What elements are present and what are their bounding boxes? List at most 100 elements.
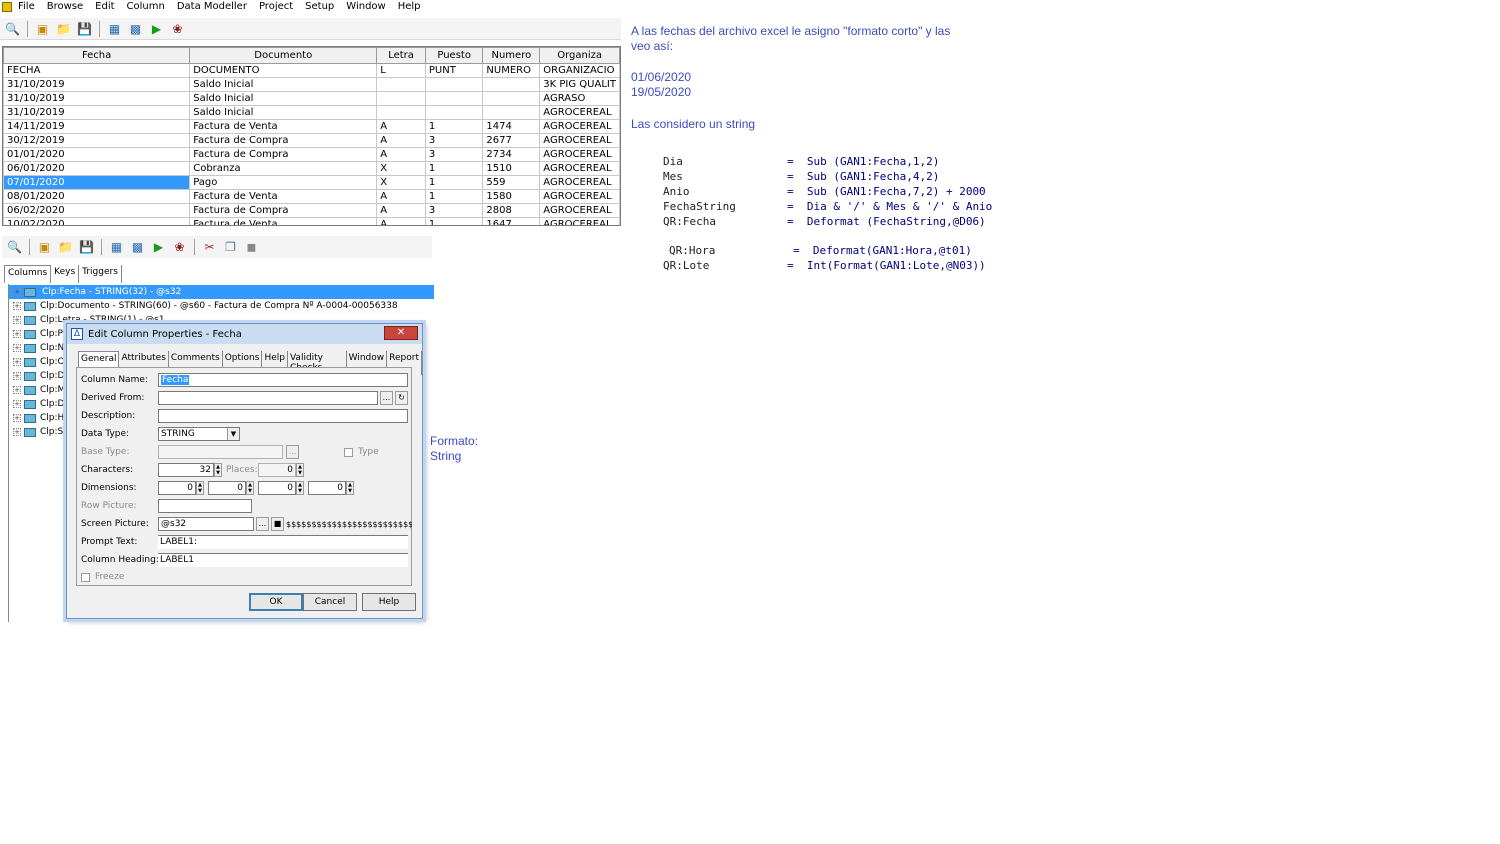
cell-letra[interactable]: A [376,217,426,225]
cell-letra[interactable]: A [376,147,426,162]
open-db-icon[interactable]: ▣ [36,239,53,256]
column-header-letra[interactable]: Letra [376,47,426,64]
cell-fecha[interactable]: 01/01/2020 [3,147,191,162]
cell-organiza[interactable]: AGROCEREAL [539,203,620,218]
table-row[interactable]: 10/02/2020 Factura de Venta A 1 1647 AGROCERE… [3,217,620,225]
cell-puesto[interactable]: 1 [424,217,484,225]
cell-fecha[interactable]: 10/02/2020 [3,217,191,225]
cut-icon[interactable]: ✂ [201,239,218,256]
dimension-3-spinner[interactable]: ▲ ▼ [296,481,304,495]
column-header-numero[interactable]: Numero [482,47,541,64]
cell-puesto[interactable] [424,77,484,92]
screen-picture-browse-button[interactable]: ... [256,517,269,531]
tab-triggers[interactable]: Triggers [79,265,122,283]
cell-organiza[interactable]: AGROCEREAL [539,217,620,225]
search-icon[interactable]: 🔍 [4,20,21,37]
table-row[interactable]: 06/02/2020 Factura de Compra A 3 2808 AGROCER… [3,203,620,218]
cell-puesto[interactable]: PUNT [424,63,484,78]
table-row[interactable]: 31/10/2019 Saldo Inicial 3K PIG QUALIT [3,77,620,92]
menu-edit[interactable]: Edit [89,1,120,13]
run-icon[interactable]: ▶ [148,20,165,37]
cell-numero[interactable]: 2677 [482,133,541,148]
cell-fecha[interactable]: 06/01/2020 [3,161,191,176]
cell-fecha[interactable]: FECHA [3,63,191,78]
table-row[interactable]: 06/01/2020 Cobranza X 1 1510 AGROCEREAL [3,161,620,176]
cell-letra[interactable]: X [376,161,426,176]
tab-columns[interactable]: Columns [4,265,52,283]
cell-numero[interactable]: 2808 [482,203,541,218]
cell-fecha[interactable]: 14/11/2019 [3,119,191,134]
lock-icon[interactable]: ■ [271,517,284,531]
cell-organiza[interactable]: AGROCEREAL [539,147,620,162]
column-heading-field[interactable]: LABEL1 [158,553,408,567]
cell-documento[interactable]: Saldo Inicial [189,77,378,92]
dimension-1-spinner[interactable]: ▲ ▼ [196,481,204,495]
table-row[interactable]: 14/11/2019 Factura de Venta A 1 1474 AGROCERE… [3,119,620,134]
cell-puesto[interactable]: 3 [424,147,484,162]
chevron-down-icon[interactable]: ▼ [227,428,239,440]
cell-organiza[interactable]: AGROCEREAL [539,189,620,204]
table-row[interactable]: 30/12/2019 Factura de Compra A 3 2677 AGROCER… [3,133,620,148]
expand-icon[interactable]: + [13,372,21,380]
cancel-button[interactable]: Cancel [303,593,357,611]
cell-letra[interactable]: L [376,63,426,78]
cell-numero[interactable] [482,91,541,106]
cell-organiza[interactable]: AGROCEREAL [539,133,620,148]
cell-documento[interactable]: Cobranza [189,161,378,176]
characters-field[interactable]: 32 [158,463,214,477]
table-row[interactable]: 31/10/2019 Saldo Inicial AGRASO [3,91,620,106]
menu-window[interactable]: Window [340,1,391,13]
cell-documento[interactable]: Factura de Compra [189,203,378,218]
cell-letra[interactable]: A [376,133,426,148]
cell-letra[interactable] [376,105,426,120]
column-name-field[interactable]: Fecha [158,373,408,387]
cell-organiza[interactable]: ORGANIZACIO [539,63,620,78]
cell-numero[interactable] [482,105,541,120]
cell-letra[interactable]: A [376,203,426,218]
cell-numero[interactable]: NUMERO [482,63,541,78]
tab-keys[interactable]: Keys [51,265,80,283]
cell-numero[interactable]: 559 [482,175,541,190]
expand-icon[interactable]: + [13,428,21,436]
cell-numero[interactable]: 1580 [482,189,541,204]
cell-puesto[interactable]: 1 [424,161,484,176]
cell-fecha[interactable]: 06/02/2020 [3,203,191,218]
characters-spinner[interactable]: ▲ ▼ [214,463,222,477]
cell-letra[interactable]: X [376,175,426,190]
dimension-2-field[interactable]: 0 [208,481,246,495]
description-field[interactable] [158,409,408,423]
cell-numero[interactable]: 1510 [482,161,541,176]
expand-icon[interactable]: + [13,400,21,408]
cell-puesto[interactable]: 1 [424,175,484,190]
cell-organiza[interactable]: AGROCEREAL [539,105,620,120]
menu-file[interactable]: File [12,1,41,13]
help-button[interactable]: Help [362,593,416,611]
debug-bug-icon[interactable]: ❀ [169,20,186,37]
cell-puesto[interactable] [424,105,484,120]
cell-numero[interactable]: 1474 [482,119,541,134]
table-row[interactable]: 08/01/2020 Factura de Venta A 1 1580 AGROCERE… [3,189,620,204]
table-row[interactable]: 31/10/2019 Saldo Inicial AGROCEREAL [3,105,620,120]
folder-open-icon[interactable]: 📁 [55,20,72,37]
freeze-checkbox[interactable] [81,572,90,582]
cell-documento[interactable]: Saldo Inicial [189,91,378,106]
cell-numero[interactable]: 1647 [482,217,541,225]
browse-button[interactable]: ... [380,391,393,405]
cell-puesto[interactable]: 3 [424,203,484,218]
cell-numero[interactable]: 2734 [482,147,541,162]
cell-letra[interactable]: A [376,189,426,204]
column-header-documento[interactable]: Documento [189,47,378,64]
tree-item[interactable]: + Clp:Documento - STRING(60) - @s60 - Fac… [9,299,429,313]
cell-fecha[interactable]: 31/10/2019 [3,105,191,120]
properties-icon[interactable]: ▦ [106,20,123,37]
copy-icon[interactable]: ❐ [222,239,239,256]
dimension-3-field[interactable]: 0 [258,481,296,495]
folder-open-icon[interactable]: 📁 [57,239,74,256]
save-icon[interactable]: 💾 [78,239,95,256]
menu-column[interactable]: Column [121,1,171,13]
properties-icon[interactable]: ▦ [108,239,125,256]
search-icon[interactable]: 🔍 [6,239,23,256]
dimension-1-field[interactable]: 0 [158,481,196,495]
refresh-icon[interactable]: ↻ [395,391,408,405]
expand-icon[interactable]: + [13,330,21,338]
